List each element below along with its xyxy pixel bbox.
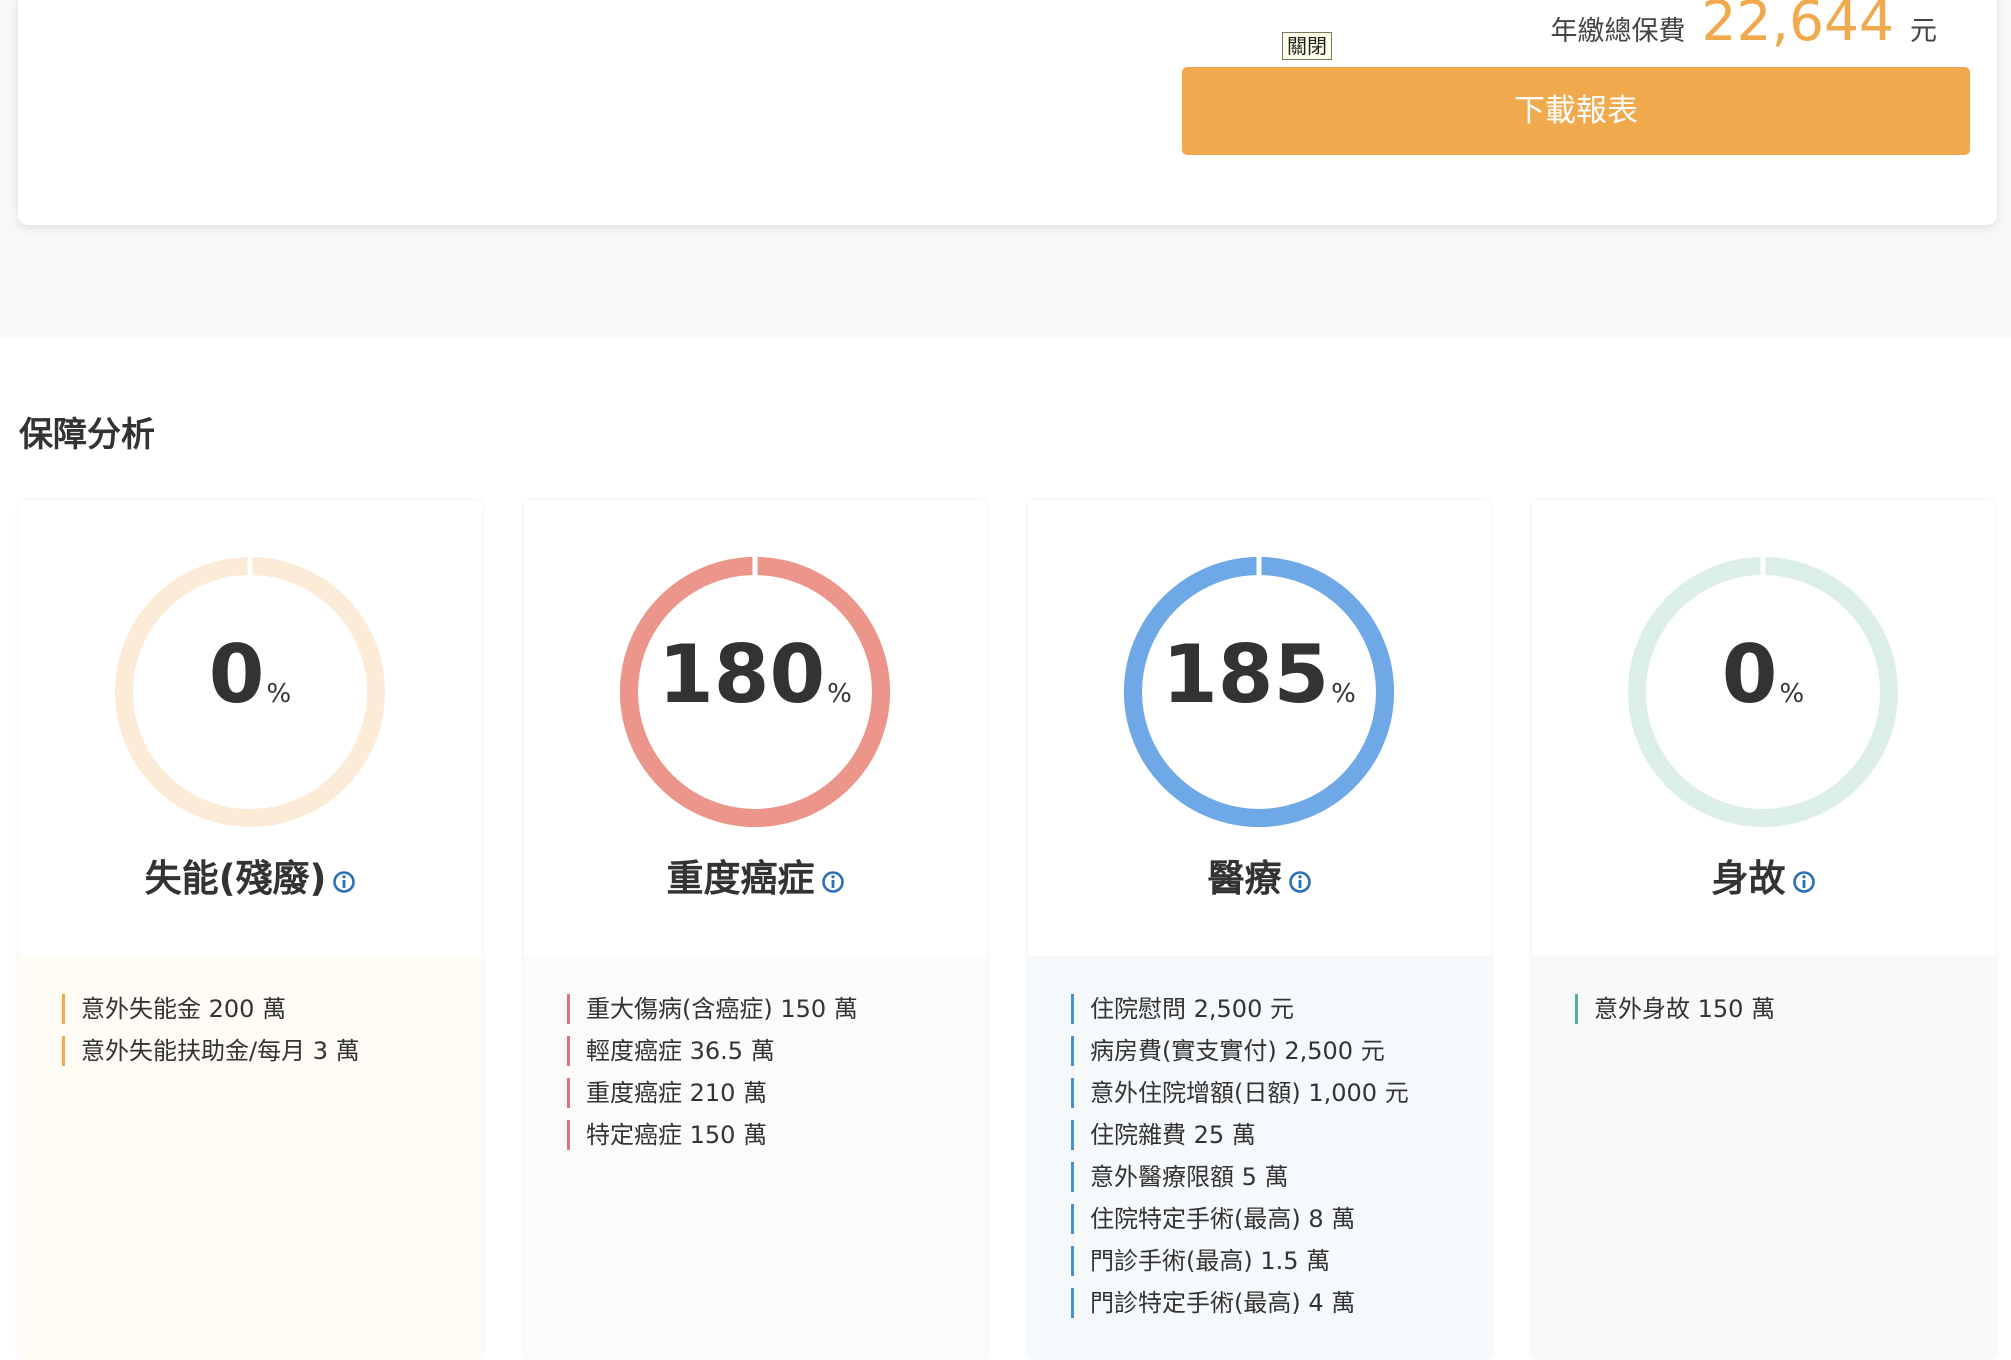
percent-symbol: % <box>1331 679 1356 709</box>
coverage-item-list: 住院慰問 2,500 元 病房費(實支實付) 2,500 元 意外住院增額(日額… <box>1071 994 1481 1330</box>
card-title: 失能(殘廢) <box>19 857 482 901</box>
progress-ring: 0% <box>115 557 385 827</box>
card-title: 醫療 <box>1028 857 1491 901</box>
card-title-text: 失能(殘廢) <box>144 857 327 900</box>
percent-value: 180% <box>620 635 890 715</box>
card-details: 住院慰問 2,500 元 病房費(實支實付) 2,500 元 意外住院增額(日額… <box>1028 956 1491 1360</box>
coverage-item: 特定癌症 150 萬 <box>567 1120 977 1150</box>
coverage-item: 住院慰問 2,500 元 <box>1071 994 1481 1024</box>
coverage-item: 重度癌症 210 萬 <box>567 1078 977 1108</box>
coverage-item: 意外失能扶助金/每月 3 萬 <box>62 1036 472 1066</box>
premium-label: 年繳總保費 <box>1550 16 1686 47</box>
coverage-item: 住院雜費 25 萬 <box>1071 1120 1481 1150</box>
coverage-card-critical-cancer: 180% 重度癌症 重大傷病(含癌症) 150 萬 輕度癌症 36.5 萬 重度… <box>524 500 987 1360</box>
coverage-item: 意外住院增額(日額) 1,000 元 <box>1071 1078 1481 1108</box>
card-details: 意外失能金 200 萬 意外失能扶助金/每月 3 萬 <box>19 956 482 1360</box>
download-report-button[interactable]: 下載報表 <box>1182 67 1970 155</box>
percent-number: 0 <box>1721 628 1778 721</box>
percent-number: 180 <box>658 628 826 721</box>
premium-amount: 22,644 <box>1701 0 1894 53</box>
summary-card: 年繳總保費 22,644 元 下載報表 <box>18 0 1997 225</box>
info-icon[interactable] <box>1288 870 1312 894</box>
percent-number: 0 <box>208 628 265 721</box>
card-details: 意外身故 150 萬 <box>1532 956 1995 1360</box>
coverage-item: 意外失能金 200 萬 <box>62 994 472 1024</box>
annual-premium: 年繳總保費 22,644 元 <box>1551 0 1937 49</box>
progress-ring: 185% <box>1124 557 1394 827</box>
coverage-item-list: 意外身故 150 萬 <box>1575 994 1985 1036</box>
coverage-item: 門診手術(最高) 1.5 萬 <box>1071 1246 1481 1276</box>
progress-ring: 180% <box>620 557 890 827</box>
card-header: 0% 身故 <box>1532 500 1995 956</box>
card-header: 180% 重度癌症 <box>524 500 987 956</box>
coverage-item: 意外身故 150 萬 <box>1575 994 1985 1024</box>
coverage-item: 意外醫療限額 5 萬 <box>1071 1162 1481 1192</box>
percent-value: 185% <box>1124 635 1394 715</box>
info-icon[interactable] <box>332 870 356 894</box>
coverage-item: 重大傷病(含癌症) 150 萬 <box>567 994 977 1024</box>
info-icon[interactable] <box>821 870 845 894</box>
section-title-coverage-analysis: 保障分析 <box>19 415 155 455</box>
coverage-item: 病房費(實支實付) 2,500 元 <box>1071 1036 1481 1066</box>
card-header: 185% 醫療 <box>1028 500 1491 956</box>
card-header: 0% 失能(殘廢) <box>19 500 482 956</box>
coverage-item: 住院特定手術(最高) 8 萬 <box>1071 1204 1481 1234</box>
coverage-item: 門診特定手術(最高) 4 萬 <box>1071 1288 1481 1318</box>
coverage-card-death: 0% 身故 意外身故 150 萬 <box>1532 500 1995 1360</box>
percent-value: 0% <box>1628 635 1898 715</box>
card-title-text: 醫療 <box>1207 857 1282 900</box>
info-icon[interactable] <box>1792 870 1816 894</box>
coverage-card-medical: 185% 醫療 住院慰問 2,500 元 病房費(實支實付) 2,500 元 意… <box>1028 500 1491 1360</box>
card-title-text: 重度癌症 <box>666 857 815 900</box>
percent-number: 185 <box>1162 628 1330 721</box>
coverage-card-disability: 0% 失能(殘廢) 意外失能金 200 萬 意外失能扶助金/每月 3 萬 <box>19 500 482 1360</box>
premium-unit: 元 <box>1910 16 1937 47</box>
close-tooltip[interactable]: 關閉 <box>1282 32 1332 60</box>
card-title: 身故 <box>1532 857 1995 901</box>
card-title-text: 身故 <box>1711 857 1786 900</box>
coverage-item-list: 重大傷病(含癌症) 150 萬 輕度癌症 36.5 萬 重度癌症 210 萬 特… <box>567 994 977 1162</box>
coverage-item-list: 意外失能金 200 萬 意外失能扶助金/每月 3 萬 <box>62 994 472 1078</box>
percent-symbol: % <box>827 679 852 709</box>
percent-value: 0% <box>115 635 385 715</box>
coverage-item: 輕度癌症 36.5 萬 <box>567 1036 977 1066</box>
percent-symbol: % <box>266 679 292 709</box>
progress-ring: 0% <box>1628 557 1898 827</box>
percent-symbol: % <box>1779 679 1805 709</box>
top-section: 年繳總保費 22,644 元 下載報表 <box>0 0 2011 337</box>
card-title: 重度癌症 <box>524 857 987 901</box>
card-details: 重大傷病(含癌症) 150 萬 輕度癌症 36.5 萬 重度癌症 210 萬 特… <box>524 956 987 1360</box>
